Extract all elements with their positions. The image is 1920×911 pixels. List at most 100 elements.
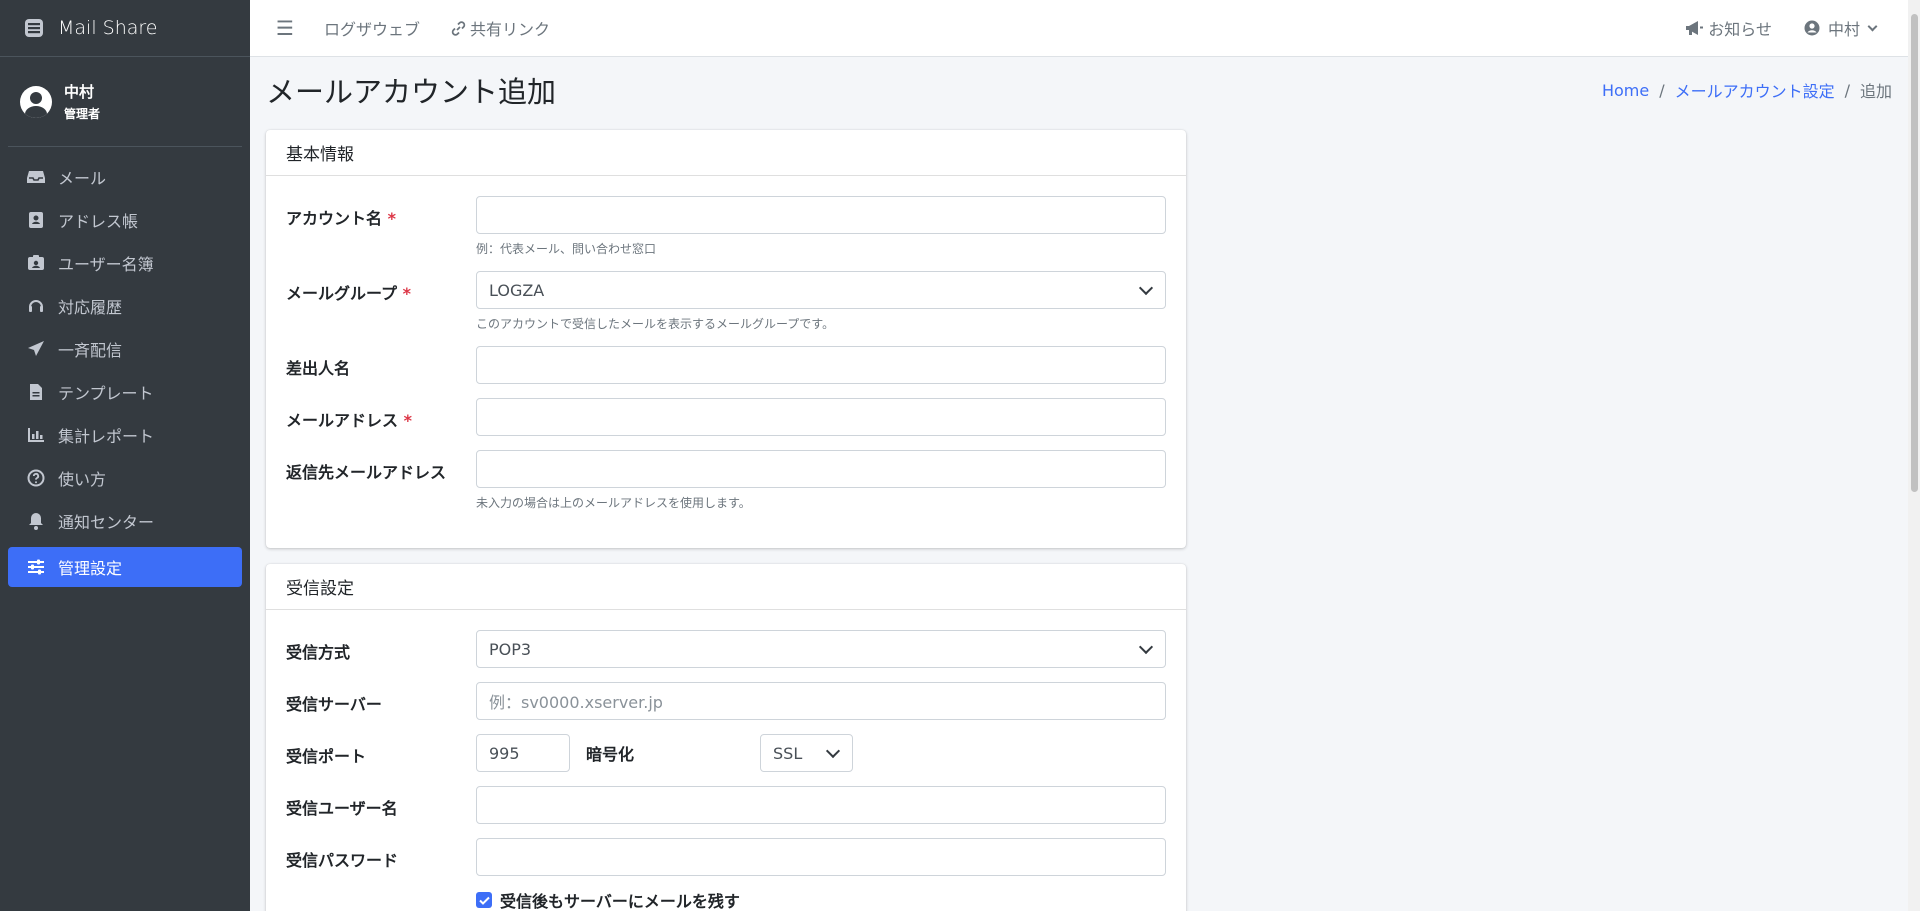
sidebar: Mail Share 中村 管理者 メール アドレス帳 ユーザー名簿 対応履歴 …	[0, 0, 250, 911]
sidebar-item-how-to[interactable]: 使い方	[8, 458, 242, 498]
email-input[interactable]	[476, 398, 1166, 436]
bullhorn-icon	[1684, 20, 1704, 36]
chevron-down-icon	[1138, 280, 1154, 295]
receive-server-label: 受信サーバー	[286, 695, 382, 714]
chevron-down-icon	[1867, 21, 1878, 31]
question-circle-icon	[26, 468, 46, 488]
sender-name-input[interactable]	[476, 346, 1166, 384]
mail-group-help: このアカウントで受信したメールを表示するメールグループです。	[476, 317, 835, 331]
account-name-input[interactable]	[476, 196, 1166, 234]
check-icon	[478, 896, 490, 905]
sidebar-item-label: 使い方	[58, 470, 107, 489]
sidebar-item-mail[interactable]: メール	[8, 157, 242, 197]
reply-to-help: 未入力の場合は上のメールアドレスを使用します。	[476, 496, 751, 510]
required-mark: *	[403, 411, 412, 430]
mail-box-icon	[22, 16, 46, 40]
top-link-shared-links[interactable]: 共有リンク	[450, 16, 550, 40]
id-badge-icon	[26, 253, 46, 273]
receive-method-label: 受信方式	[286, 643, 351, 662]
user-menu-dropdown[interactable]: 中村	[1804, 16, 1878, 40]
top-navbar: ☰ ログザウェブ 共有リンク お知らせ 中村	[250, 0, 1908, 57]
sidebar-item-label: 一斉配信	[58, 341, 123, 360]
top-link-logza-web[interactable]: ログザウェブ	[324, 16, 420, 40]
breadcrumb: Home / メールアカウント設定 / 追加	[1602, 78, 1892, 102]
label-text: アカウント名	[286, 209, 383, 228]
sidebar-item-label: ユーザー名簿	[58, 255, 154, 274]
hamburger-menu-icon[interactable]: ☰	[272, 15, 298, 41]
account-name-label: アカウント名 *	[286, 196, 476, 257]
label-text: メールアドレス	[286, 411, 399, 430]
breadcrumb-separator: /	[1844, 80, 1850, 100]
sidebar-item-label: テンプレート	[58, 384, 154, 403]
brand-title: Mail Share	[58, 17, 158, 39]
sliders-icon	[26, 557, 46, 577]
reply-to-input[interactable]	[476, 450, 1166, 488]
sidebar-item-admin-settings[interactable]: 管理設定	[8, 547, 242, 587]
receive-port-label: 受信ポート	[286, 747, 367, 766]
inbox-icon	[26, 167, 46, 187]
sender-name-label: 差出人名	[286, 359, 351, 378]
user-avatar-icon	[20, 85, 52, 118]
sidebar-item-label: 集計レポート	[58, 427, 155, 446]
selected-value: SSL	[773, 743, 803, 763]
label-text: メールグループ	[286, 284, 398, 303]
sidebar-nav: メール アドレス帳 ユーザー名簿 対応履歴 一斉配信 テンプレート 集計レポート	[0, 147, 250, 587]
encryption-select[interactable]: SSL	[760, 734, 853, 772]
link-icon	[450, 20, 466, 36]
card-title: 受信設定	[266, 564, 1186, 610]
receive-password-label: 受信パスワード	[286, 851, 399, 870]
mail-group-label: メールグループ *	[286, 271, 476, 332]
sidebar-item-label: アドレス帳	[58, 212, 139, 231]
sidebar-item-label: 管理設定	[58, 559, 123, 578]
sidebar-item-label: メール	[58, 169, 107, 188]
user-circle-icon	[1804, 20, 1820, 36]
notifications-label: お知らせ	[1708, 20, 1772, 39]
chevron-down-icon	[825, 743, 841, 758]
sidebar-item-user-directory[interactable]: ユーザー名簿	[8, 243, 242, 283]
encryption-label: 暗号化	[586, 745, 635, 764]
address-book-icon	[26, 210, 46, 230]
scrollbar-thumb[interactable]	[1911, 14, 1918, 492]
breadcrumb-mail-account-settings[interactable]: メールアカウント設定	[1675, 78, 1835, 102]
user-panel[interactable]: 中村 管理者	[8, 57, 242, 147]
page-scrollbar[interactable]	[1908, 0, 1920, 911]
mail-group-select[interactable]: LOGZA	[476, 271, 1166, 309]
headset-icon	[26, 296, 46, 316]
file-icon	[26, 382, 46, 402]
sidebar-item-label: 対応履歴	[58, 298, 123, 317]
sidebar-item-notification-center[interactable]: 通知センター	[8, 501, 242, 541]
paper-plane-icon	[26, 339, 46, 359]
notifications-link[interactable]: お知らせ	[1684, 16, 1772, 40]
top-link-label: ログザウェブ	[324, 20, 421, 39]
sidebar-item-templates[interactable]: テンプレート	[8, 372, 242, 412]
receive-port-input[interactable]: 995	[476, 734, 570, 772]
bell-icon	[26, 511, 46, 531]
breadcrumb-current: 追加	[1859, 82, 1892, 101]
breadcrumb-separator: /	[1659, 80, 1665, 100]
sidebar-item-bulk-delivery[interactable]: 一斉配信	[8, 329, 242, 369]
page-title: メールアカウント追加	[266, 75, 557, 109]
required-mark: *	[402, 284, 411, 303]
receive-username-input[interactable]	[476, 786, 1166, 824]
brand-link[interactable]: Mail Share	[0, 0, 250, 57]
leave-on-server-row: 受信後もサーバーにメールを残す	[476, 888, 1166, 911]
sidebar-item-reports[interactable]: 集計レポート	[8, 415, 242, 455]
selected-value: LOGZA	[489, 280, 545, 300]
content-header: メールアカウント追加 Home / メールアカウント設定 / 追加	[266, 70, 1892, 110]
sidebar-item-label: 通知センター	[58, 513, 155, 532]
chevron-down-icon	[1138, 639, 1154, 654]
basic-info-card: 基本情報 アカウント名 * 例：代表メール、問い合わせ窓口 メールグループ * …	[266, 130, 1186, 548]
receive-method-select[interactable]: POP3	[476, 630, 1166, 668]
email-label: メールアドレス *	[286, 398, 476, 436]
required-mark: *	[387, 209, 396, 228]
leave-on-server-label[interactable]: 受信後もサーバーにメールを残す	[500, 888, 740, 911]
reply-to-label: 返信先メールアドレス	[286, 463, 447, 482]
breadcrumb-home[interactable]: Home	[1602, 81, 1649, 100]
card-title: 基本情報	[266, 130, 1186, 176]
leave-on-server-checkbox[interactable]	[476, 892, 492, 908]
receive-password-input[interactable]	[476, 838, 1166, 876]
receive-settings-card: 受信設定 受信方式 POP3 受信サーバー 例：sv0000.xserver.j…	[266, 564, 1186, 911]
sidebar-item-address-book[interactable]: アドレス帳	[8, 200, 242, 240]
sidebar-item-history[interactable]: 対応履歴	[8, 286, 242, 326]
receive-server-input[interactable]: 例：sv0000.xserver.jp	[476, 682, 1166, 720]
